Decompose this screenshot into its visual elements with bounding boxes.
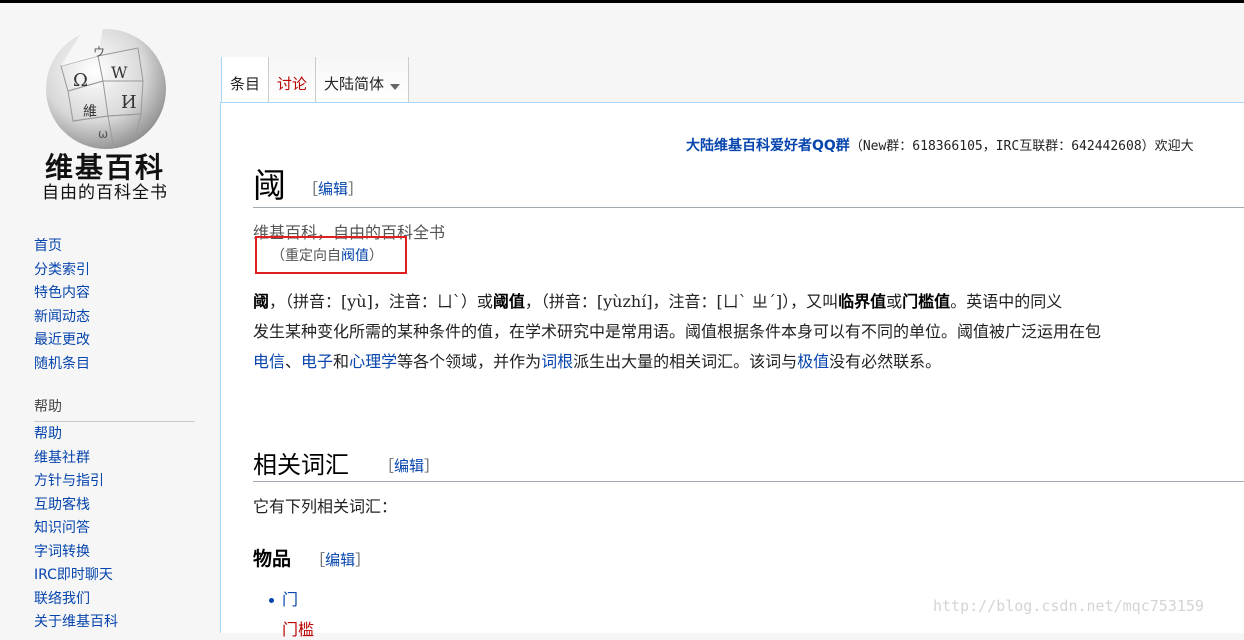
- link-extremum[interactable]: 极值: [797, 352, 829, 371]
- sidebar-item-word-conversion[interactable]: 字词转换: [34, 541, 199, 565]
- page-tabs: 条目 讨论 大陆简体: [221, 57, 410, 103]
- sidebar-item-help[interactable]: 帮助: [34, 423, 199, 447]
- tab-talk[interactable]: 讨论: [269, 57, 317, 102]
- page-title: 阈: [253, 166, 286, 205]
- sidebar-item-irc[interactable]: IRC即时聊天: [34, 564, 199, 588]
- sidebar-item-reference-desk[interactable]: 知识问答: [34, 517, 199, 541]
- lead-line-1: 阈，（拼音：[yù]，注音：ㄩˋ）或阈值，（拼音：[yùzhí]，注音：[ㄩˋ …: [253, 292, 1063, 311]
- highlight-box: [255, 236, 407, 274]
- link-door[interactable]: 门: [282, 586, 298, 610]
- subsection-title: 物品: [253, 548, 292, 570]
- svg-text:維: 維: [83, 104, 97, 120]
- caret-down-icon: [390, 84, 401, 90]
- list-item: 门: [269, 586, 314, 610]
- section-heading: 相关词汇 ［编辑］: [253, 443, 1244, 482]
- puzzle-globe-icon: Ω W И 維 ウ ω: [46, 28, 166, 149]
- sidebar-item-about[interactable]: 关于维基百科: [34, 611, 199, 635]
- sidebar-navigation: 首页 分类索引 特色内容 新闻动态 最近更改 随机条目: [34, 235, 199, 376]
- svg-text:И: И: [121, 92, 137, 113]
- content-area: 大陆维基百科爱好者QQ群（New群：618366105，IRC互联群：64244…: [220, 102, 1244, 639]
- watermark: http://blog.csdn.net/mqc753159: [933, 597, 1204, 615]
- sidebar-help-navigation: 帮助 维基社群 方针与指引 互助客栈 知识问答 字词转换 IRC即时聊天 联络我…: [34, 423, 199, 635]
- site-notice: 大陆维基百科爱好者QQ群（New群：618366105，IRC互联群：64244…: [686, 135, 1194, 155]
- subsection-edit-link[interactable]: 编辑: [325, 551, 355, 569]
- sidebar-item-village-pump[interactable]: 互助客栈: [34, 494, 199, 518]
- title-edit-link[interactable]: 编辑: [318, 180, 348, 198]
- link-psychology[interactable]: 心理学: [349, 352, 397, 371]
- tab-variant-dropdown[interactable]: 大陆简体: [316, 57, 410, 102]
- lead-line-2: 发生某种变化所需的某种条件的值，在学术研究中是常用语。阈值根据条件本身可以有不同…: [253, 322, 1102, 341]
- list-item-new-link[interactable]: 门槛: [282, 616, 314, 640]
- lead-line-3: 电信、电子和心理学等各个领域，并作为词根派生出大量的相关词汇。该词与极值没有必然…: [253, 352, 942, 371]
- site-notice-text: （New群：618366105，IRC互联群：642442608）欢迎大: [849, 139, 1194, 154]
- section-title: 相关词汇: [253, 451, 349, 479]
- svg-text:Ω: Ω: [73, 70, 88, 91]
- section-edit: ［编辑］: [379, 457, 440, 475]
- link-telecom[interactable]: 电信: [253, 352, 285, 371]
- tab-article[interactable]: 条目: [221, 57, 270, 102]
- sidebar-item-contact[interactable]: 联络我们: [34, 588, 199, 612]
- sidebar-item-news[interactable]: 新闻动态: [34, 306, 199, 330]
- link-electronics[interactable]: 电子: [301, 352, 333, 371]
- related-terms-list: 门 门槛: [269, 586, 314, 640]
- sidebar-item-featured[interactable]: 特色内容: [34, 282, 199, 306]
- svg-text:W: W: [111, 63, 128, 82]
- wikipedia-logo[interactable]: Ω W И 維 ウ ω 维基百科 自由的百科全书: [30, 20, 200, 205]
- sidebar-item-community[interactable]: 维基社群: [34, 447, 199, 471]
- section-intro: 它有下列相关词汇：: [253, 497, 398, 516]
- section-edit-link[interactable]: 编辑: [394, 457, 424, 475]
- sidebar-item-main-page[interactable]: 首页: [34, 235, 199, 259]
- top-border: [0, 0, 1244, 3]
- sidebar-item-recent-changes[interactable]: 最近更改: [34, 329, 199, 353]
- lead-paragraph: 阈，（拼音：[yù]，注音：ㄩˋ）或阈值，（拼音：[yùzhí]，注音：[ㄩˋ …: [253, 287, 1244, 377]
- svg-text:ウ: ウ: [93, 45, 105, 59]
- sidebar-help-heading: 帮助: [34, 396, 195, 422]
- variant-label: 大陆简体: [324, 75, 385, 93]
- svg-text:ω: ω: [98, 127, 108, 141]
- bullet-icon: [269, 597, 274, 603]
- subsection-heading: 物品 ［编辑］: [253, 544, 370, 571]
- sidebar-item-policies[interactable]: 方针与指引: [34, 470, 199, 494]
- subsection-edit: ［编辑］: [310, 551, 371, 569]
- link-root-word[interactable]: 词根: [541, 352, 573, 371]
- title-edit-section: ［编辑］: [303, 180, 364, 198]
- logo-subtitle: 自由的百科全书: [42, 183, 168, 203]
- sidebar-item-categories[interactable]: 分类索引: [34, 259, 199, 283]
- qq-group-link[interactable]: 大陆维基百科爱好者QQ群: [686, 138, 850, 154]
- sidebar-item-random[interactable]: 随机条目: [34, 353, 199, 377]
- page-heading: 阈 ［编辑］: [253, 157, 1244, 208]
